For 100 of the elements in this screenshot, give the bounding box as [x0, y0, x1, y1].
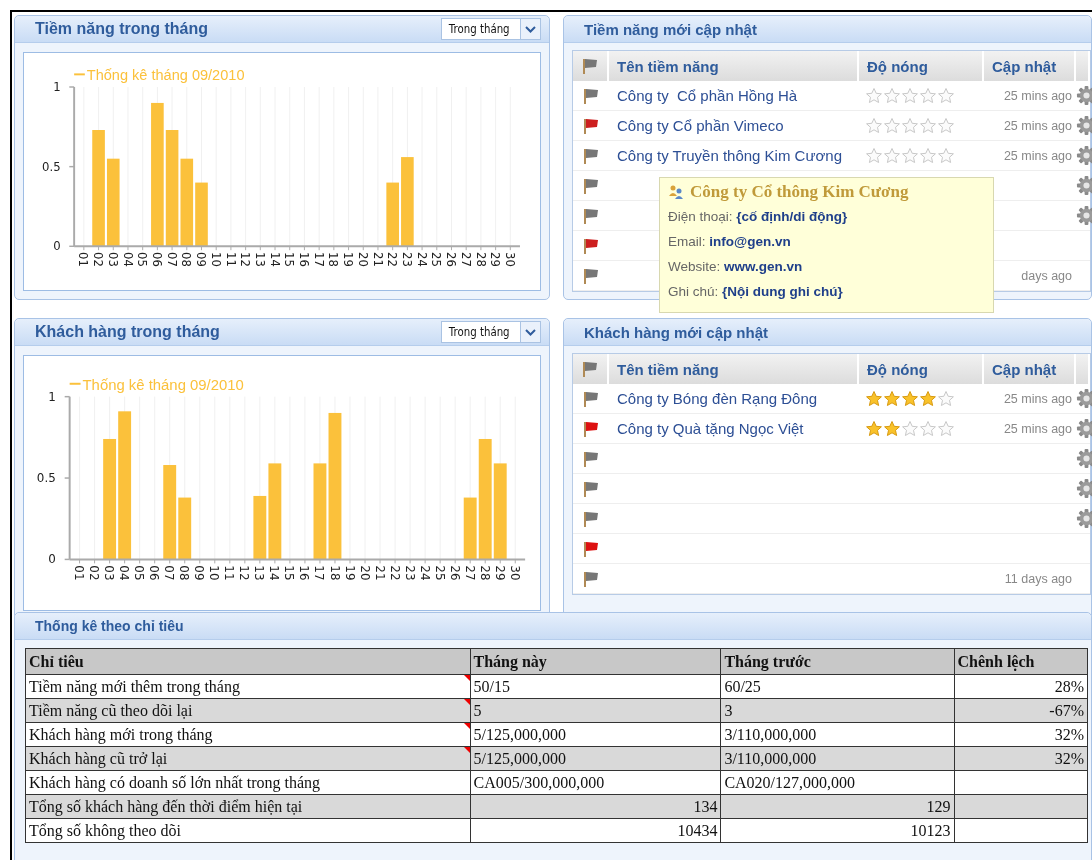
- x-tick-label: 25: [429, 252, 444, 267]
- x-tick-label: 20: [355, 252, 370, 267]
- x-tick-label: 25: [432, 565, 447, 581]
- y-tick-label: 0.5: [36, 471, 56, 485]
- column-header: Tên tiềm năng: [609, 354, 859, 384]
- table-cell: CA020/127,000,000: [720, 770, 955, 795]
- flag-icon: [581, 360, 599, 378]
- empty-star-icon: [919, 419, 937, 438]
- x-tick-label: 04: [117, 565, 132, 581]
- empty-star-icon: [901, 146, 919, 165]
- empty-star-icon: [937, 86, 955, 105]
- x-tick-label: 24: [414, 252, 429, 267]
- x-tick-label: 05: [132, 565, 147, 581]
- x-tick-label: 04: [120, 252, 135, 267]
- x-tick-label: 24: [417, 565, 432, 581]
- settings-icon[interactable]: [1076, 145, 1092, 166]
- bar: [195, 182, 208, 247]
- y-tick-label: 0: [53, 239, 61, 254]
- table-cell: 3: [720, 698, 955, 723]
- empty-star-icon: [865, 146, 883, 165]
- x-tick-label: 09: [192, 565, 207, 581]
- empty-star-icon: [919, 86, 937, 105]
- empty-star-icon: [883, 86, 901, 105]
- x-tick-label: 26: [444, 252, 459, 267]
- company-link[interactable]: Công ty Cổ phần Vimeco: [609, 117, 859, 134]
- filled-star-icon: [883, 419, 901, 438]
- updated-time: 25 mins ago: [1002, 148, 1073, 163]
- table-cell: 28%: [954, 674, 1088, 699]
- x-tick-label: 13: [252, 252, 267, 267]
- table-cell: 129: [720, 794, 955, 819]
- x-tick-label: 16: [297, 252, 312, 267]
- settings-icon[interactable]: [1076, 175, 1092, 196]
- empty-star-icon: [901, 116, 919, 135]
- period-dropdown[interactable]: Trong tháng: [441, 18, 541, 40]
- table-cell: 10123: [720, 818, 955, 843]
- table-cell: Khách hàng mới trong tháng: [25, 722, 470, 747]
- y-tick-label: 0: [48, 552, 56, 567]
- x-tick-label: 03: [102, 565, 117, 581]
- x-tick-label: 13: [252, 565, 267, 581]
- x-tick-label: 10: [207, 565, 222, 581]
- x-tick-label: 19: [341, 252, 356, 267]
- table-cell: 134: [470, 794, 721, 819]
- empty-star-icon: [937, 116, 955, 135]
- updated-time: 11 days ago: [1003, 571, 1073, 586]
- table-cell: Khách hàng có doanh số lớn nhất trong tháng: [25, 770, 470, 795]
- x-tick-label: 18: [327, 565, 342, 581]
- table-cell: CA005/300,000,000: [470, 770, 721, 795]
- settings-icon[interactable]: [1076, 508, 1092, 529]
- column-header: Cập nhật: [984, 354, 1076, 384]
- y-tick-label: 1: [48, 389, 56, 404]
- people-icon: [668, 184, 684, 200]
- settings-icon[interactable]: [1076, 115, 1092, 136]
- table-cell: 32%: [954, 746, 1088, 771]
- x-tick-label: 15: [282, 252, 297, 267]
- settings-icon[interactable]: [1076, 388, 1092, 409]
- settings-icon[interactable]: [1076, 478, 1092, 499]
- period-dropdown[interactable]: Trong tháng: [441, 321, 541, 343]
- updated-time: 25 mins ago: [1002, 421, 1073, 436]
- x-tick-label: 07: [164, 252, 179, 267]
- x-tick-label: 03: [105, 252, 120, 267]
- company-link[interactable]: Công ty Bóng đèn Rạng Đông: [609, 390, 859, 407]
- company-link[interactable]: Công ty Quà tặng Ngọc Việt: [609, 420, 859, 437]
- x-tick-label: 08: [177, 565, 192, 581]
- company-link[interactable]: Công ty Truyền thông Kim Cương: [609, 147, 859, 164]
- contact-line: Ghi chú: {Nội dung ghi chú}: [668, 283, 844, 301]
- tooltip-title: Công ty Cổ thông Kim Cương: [690, 182, 909, 202]
- x-tick-label: 09: [194, 252, 209, 267]
- settings-icon[interactable]: [1076, 448, 1092, 469]
- column-header: Chỉ tiêu: [25, 648, 470, 675]
- x-tick-label: 23: [400, 252, 414, 267]
- x-tick-label: 28: [473, 252, 488, 267]
- x-tick-label: 29: [492, 565, 507, 581]
- filled-star-icon: [883, 389, 901, 408]
- legend-swatch: [69, 382, 81, 385]
- column-header: Tên tiềm năng: [609, 51, 859, 81]
- table-cell: 10434: [470, 818, 721, 843]
- x-tick-label: 01: [72, 565, 87, 581]
- x-tick-label: 06: [147, 565, 162, 581]
- x-tick-label: 11: [222, 565, 237, 581]
- settings-icon[interactable]: [1076, 205, 1092, 226]
- updated-time: days ago: [1020, 268, 1073, 283]
- settings-icon[interactable]: [1076, 85, 1092, 106]
- x-tick-label: 20: [357, 565, 372, 581]
- empty-star-icon: [937, 389, 955, 408]
- table-cell: Tổng số khách hàng đến thời điểm hiện tại: [25, 794, 470, 819]
- x-tick-label: 02: [91, 252, 106, 267]
- company-link[interactable]: Công ty Cổ phần Hồng Hà: [609, 87, 859, 104]
- table-cell: 5: [470, 698, 721, 723]
- x-tick-label: 17: [311, 252, 326, 267]
- updated-time: 25 mins ago: [1002, 118, 1073, 133]
- legend-label: Thống kê tháng 09/2010: [86, 67, 245, 84]
- panel-title: Tiềm năng trong tháng: [35, 20, 209, 38]
- settings-icon[interactable]: [1076, 418, 1092, 439]
- x-tick-label: 19: [342, 565, 357, 581]
- x-tick-label: 30: [502, 252, 517, 267]
- x-tick-label: 14: [267, 252, 282, 267]
- x-tick-label: 22: [387, 565, 402, 581]
- contact-line: Website: www.gen.vn: [668, 258, 804, 276]
- chevron-down-icon: [520, 19, 540, 39]
- empty-star-icon: [901, 86, 919, 105]
